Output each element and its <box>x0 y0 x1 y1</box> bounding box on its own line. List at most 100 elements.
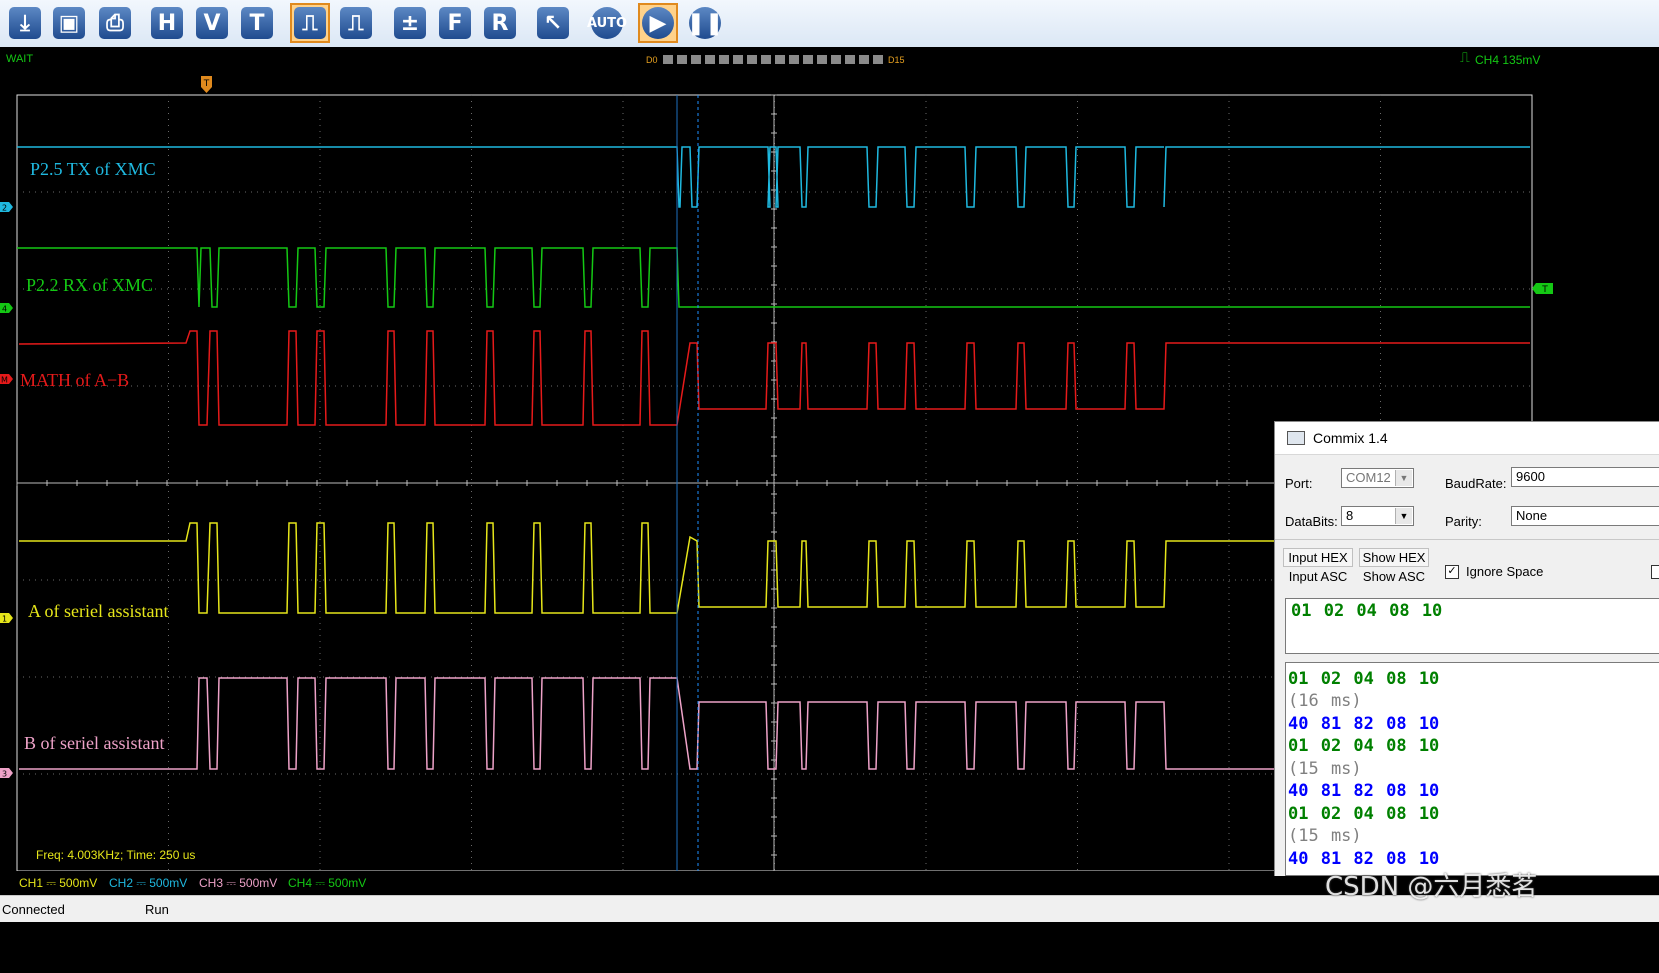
f-button[interactable]: F <box>435 3 475 43</box>
receive-log[interactable]: 01 02 04 08 10 (16 ms) 40 81 82 08 10 01… <box>1285 662 1659 876</box>
cursor-icon-glyph: ↖ <box>537 7 569 39</box>
math-icon[interactable]: ± <box>390 3 430 43</box>
ignore-space-label: Ignore Space <box>1466 564 1544 579</box>
databits-label: DataBits: <box>1285 514 1338 529</box>
received-line: 01 02 04 08 10 <box>1288 669 1440 689</box>
run-icon-glyph: ▶ <box>642 7 674 39</box>
commix-window[interactable]: Commix 1.4 Port: COM12 ▼ BaudRate: 9600 … <box>1274 421 1659 876</box>
send-input[interactable]: 01 02 04 08 10 <box>1285 598 1659 654</box>
digital-end-label: D15 <box>888 55 905 65</box>
show-asc-button[interactable]: Show ASC <box>1359 567 1429 586</box>
ch2-scale: CH2 ⎓ 500mV <box>109 876 188 890</box>
a-waveform <box>19 522 1274 614</box>
digital-channel-indicator <box>831 55 841 64</box>
status-line: WAIT D0 D15 ⎍ CH4 135mV <box>0 47 1659 71</box>
channel-label: P2.5 TX of XMC <box>30 159 156 179</box>
parity-select[interactable]: None <box>1511 506 1659 526</box>
channel-label: B of seriel assistant <box>24 733 164 753</box>
auto-button[interactable]: AUTO <box>587 3 627 43</box>
h-glyph: H <box>151 7 183 39</box>
pulse-measure-icon[interactable]: ⎍ <box>336 3 376 43</box>
f-glyph: F <box>439 7 471 39</box>
port-value: COM12 <box>1346 470 1391 485</box>
save-icon[interactable]: ▣ <box>49 3 89 43</box>
baudrate-label: BaudRate: <box>1445 476 1507 491</box>
digital-channel-indicator <box>691 55 701 64</box>
chevron-down-icon[interactable]: ▼ <box>1395 470 1412 486</box>
v-button[interactable]: V <box>192 3 232 43</box>
digital-channel-indicator <box>873 55 883 64</box>
received-gap: (16 ms) <box>1288 691 1362 711</box>
digital-channel-indicator <box>859 55 869 64</box>
send-text: 01 02 04 08 10 <box>1291 601 1443 621</box>
pulse-icon[interactable]: ⎍ <box>290 3 330 43</box>
pulse-measure-icon-glyph: ⎍ <box>340 7 372 39</box>
cursor-icon[interactable]: ↖ <box>533 3 573 43</box>
channel-label: A of seriel assistant <box>28 601 168 621</box>
input-hex-button[interactable]: Input HEX <box>1283 548 1353 567</box>
digital-channel-indicator <box>845 55 855 64</box>
received-gap: (15 ms) <box>1288 826 1362 846</box>
channel-marker-label: M <box>1 376 8 385</box>
pause-icon[interactable]: ❚❚ <box>685 3 725 43</box>
trigger-edge-icon: ⎍ <box>1460 50 1470 66</box>
baudrate-field[interactable]: 9600 <box>1511 467 1659 487</box>
channel-label: P2.2 RX of XMC <box>26 275 153 295</box>
channel-marker-label: 2 <box>2 204 7 213</box>
trigger-info: CH4 135mV <box>1475 53 1541 67</box>
toolbar: ⤓ ▣ ⎙ H V T ⎍ ⎍ ± F R ↖ AUTO ▶ ❚❚ <box>0 0 1659 48</box>
ch1-scale: CH1 ⎓ 500mV <box>19 876 98 890</box>
channel-marker-label: 4 <box>2 305 7 314</box>
digital-channel-indicator <box>803 55 813 64</box>
print-icon[interactable]: ⎙ <box>95 3 135 43</box>
digital-channel-indicator <box>817 55 827 64</box>
digital-channel-indicator <box>663 55 673 64</box>
h-button[interactable]: H <box>147 3 187 43</box>
window-title: Commix 1.4 <box>1313 430 1388 446</box>
pause-icon-glyph: ❚❚ <box>687 7 723 39</box>
input-asc-button[interactable]: Input ASC <box>1283 567 1353 586</box>
digital-channel-indicator <box>719 55 729 64</box>
digital-channel-indicator <box>705 55 715 64</box>
t-button[interactable]: T <box>237 3 277 43</box>
show-hex-button[interactable]: Show HEX <box>1359 548 1429 567</box>
databits-value: 8 <box>1346 508 1354 523</box>
r-button[interactable]: R <box>480 3 520 43</box>
channel-marker-label: 3 <box>2 770 7 779</box>
channel-label: MATH of A−B <box>20 370 129 390</box>
app-icon <box>1287 431 1305 445</box>
pulse-icon-glyph: ⎍ <box>294 7 326 39</box>
extra-checkbox[interactable] <box>1651 565 1659 579</box>
digital-channel-indicator <box>761 55 771 64</box>
math-icon-glyph: ± <box>394 7 426 39</box>
print-icon-glyph: ⎙ <box>99 7 131 39</box>
t-glyph: T <box>241 7 273 39</box>
ch3-scale: CH3 ⎓ 500mV <box>199 876 278 890</box>
chevron-down-icon[interactable]: ▼ <box>1395 508 1412 524</box>
port-label: Port: <box>1285 476 1313 491</box>
v-glyph: V <box>196 7 228 39</box>
b-waveform <box>19 677 1274 770</box>
connection-status: Connected <box>2 902 65 917</box>
ignore-space-checkbox[interactable]: ✓ <box>1445 565 1459 579</box>
save-icon-glyph: ▣ <box>53 7 85 39</box>
digital-channel-indicator <box>747 55 757 64</box>
ch4-scale: CH4 ⎓ 500mV <box>288 876 367 890</box>
channel-marker-label: 1 <box>2 615 7 624</box>
measurement-readout: Freq: 4.003KHz; Time: 250 us <box>36 848 195 862</box>
commix-titlebar[interactable]: Commix 1.4 <box>1275 422 1659 455</box>
run-icon[interactable]: ▶ <box>638 3 678 43</box>
port-select[interactable]: COM12 ▼ <box>1341 468 1414 488</box>
digital-channel-indicator <box>789 55 799 64</box>
digital-start-label: D0 <box>646 55 658 65</box>
received-line: 01 02 04 08 10 <box>1288 804 1440 824</box>
auto-glyph: AUTO <box>587 7 627 39</box>
databits-select[interactable]: 8 ▼ <box>1341 506 1414 526</box>
watermark: CSDN @六月悉茗 <box>1325 872 1538 902</box>
run-status: Run <box>145 902 169 917</box>
export-icon[interactable]: ⤓ <box>5 3 45 43</box>
parity-label: Parity: <box>1445 514 1482 529</box>
received-line: 40 81 82 08 10 <box>1288 714 1440 734</box>
digital-channel-indicator <box>733 55 743 64</box>
received-line: 40 81 82 08 10 <box>1288 781 1440 801</box>
